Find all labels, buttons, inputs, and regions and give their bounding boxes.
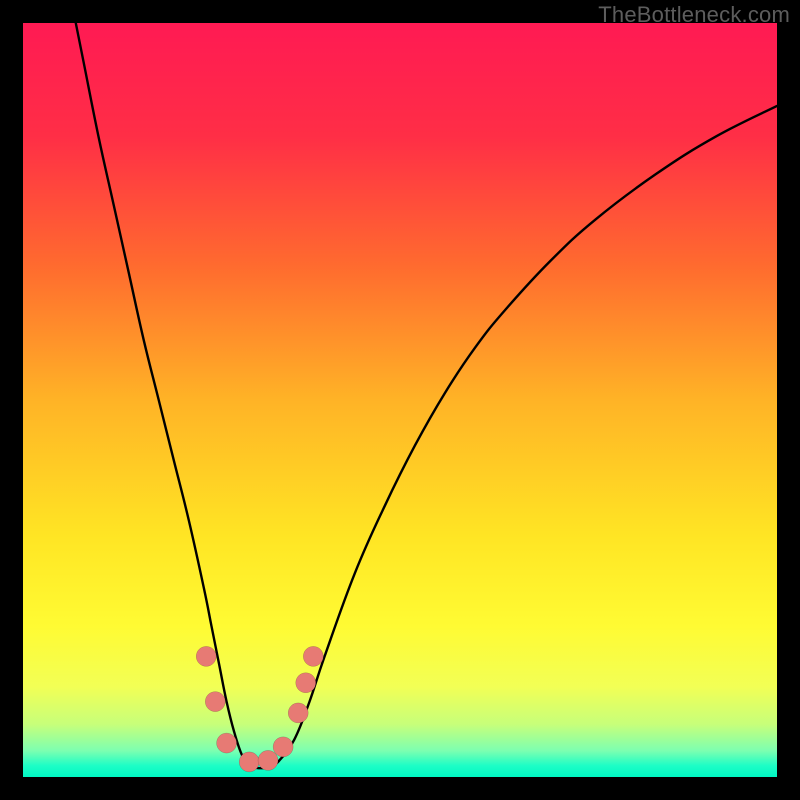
- data-marker: [217, 733, 237, 753]
- data-marker: [273, 737, 293, 757]
- data-marker: [296, 673, 316, 693]
- data-marker: [303, 646, 323, 666]
- watermark-text: TheBottleneck.com: [598, 2, 790, 28]
- data-marker: [196, 646, 216, 666]
- chart-svg: [23, 23, 777, 777]
- bottleneck-curve: [68, 0, 777, 768]
- data-marker: [205, 692, 225, 712]
- data-marker: [239, 752, 259, 772]
- marker-group: [196, 646, 323, 772]
- data-marker: [288, 703, 308, 723]
- data-marker: [258, 750, 278, 770]
- plot-area: [23, 23, 777, 777]
